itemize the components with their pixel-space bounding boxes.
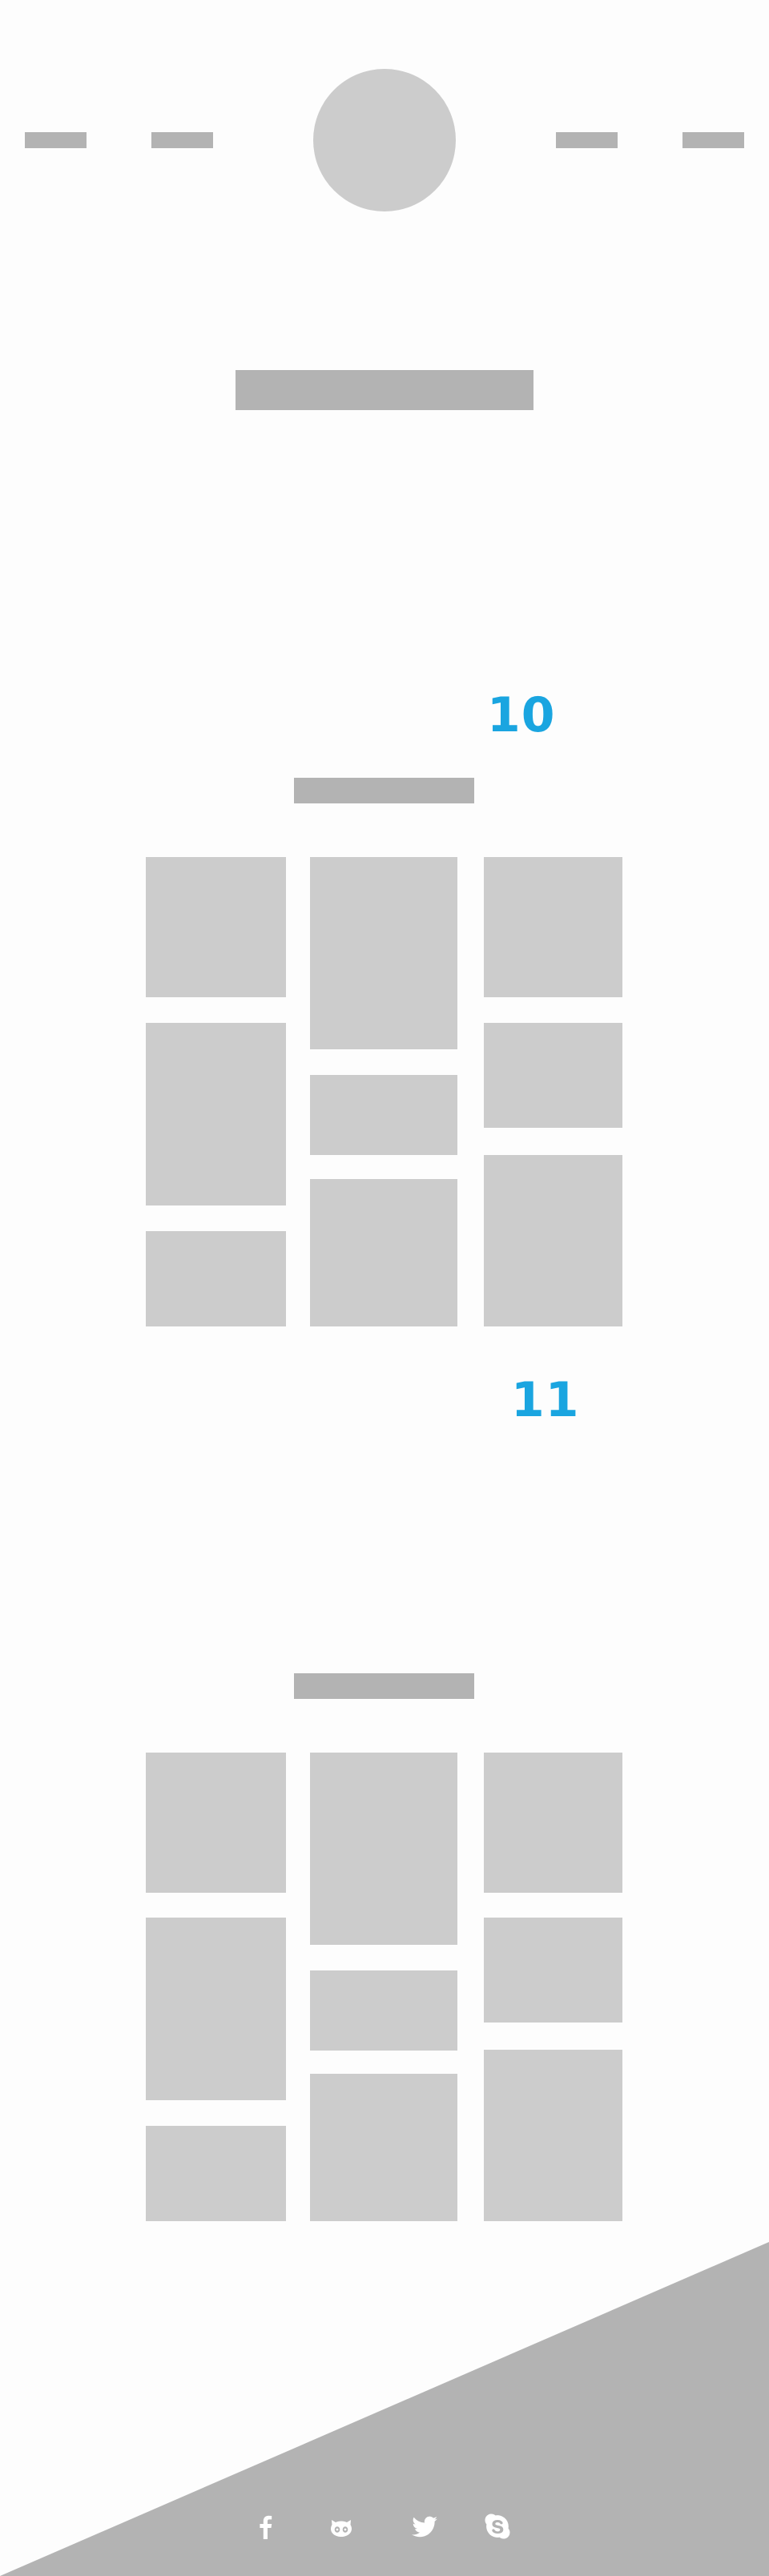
gallery-tile[interactable]	[310, 857, 457, 1049]
gallery-tile[interactable]	[484, 2050, 622, 2221]
gallery-tile[interactable]	[484, 857, 622, 997]
gallery-tile[interactable]	[484, 1155, 622, 1326]
nav-link-2[interactable]	[151, 132, 213, 148]
skype-icon[interactable]	[481, 2510, 513, 2542]
hero-title	[236, 370, 533, 410]
section-heading	[294, 778, 474, 803]
github-icon[interactable]	[325, 2510, 357, 2542]
gallery-tile[interactable]	[484, 1753, 622, 1893]
gallery-tile[interactable]	[146, 857, 286, 997]
nav-link-1[interactable]	[25, 132, 87, 148]
gallery-tile[interactable]	[484, 1023, 622, 1128]
gallery-tile[interactable]	[146, 2126, 286, 2221]
gallery-tile[interactable]	[484, 1918, 622, 2023]
gallery-tile[interactable]	[310, 1970, 457, 2051]
logo[interactable]	[313, 69, 456, 211]
gallery-tile[interactable]	[310, 1075, 457, 1155]
gallery-tile[interactable]	[310, 2074, 457, 2221]
gallery-tile[interactable]	[310, 1179, 457, 1326]
section-heading	[294, 1673, 474, 1699]
nav-link-3[interactable]	[556, 132, 618, 148]
gallery-tile[interactable]	[146, 1231, 286, 1326]
twitter-icon[interactable]	[409, 2510, 441, 2542]
gallery-tile[interactable]	[146, 1918, 286, 2100]
gallery-tile[interactable]	[310, 1753, 457, 1945]
footer-background	[0, 2242, 769, 2576]
gallery-tile[interactable]	[146, 1023, 286, 1205]
section-number: 10	[487, 687, 556, 743]
gallery-tile[interactable]	[146, 1753, 286, 1893]
section-number: 11	[511, 1372, 580, 1428]
nav-link-4[interactable]	[682, 132, 744, 148]
facebook-icon[interactable]	[250, 2510, 282, 2542]
